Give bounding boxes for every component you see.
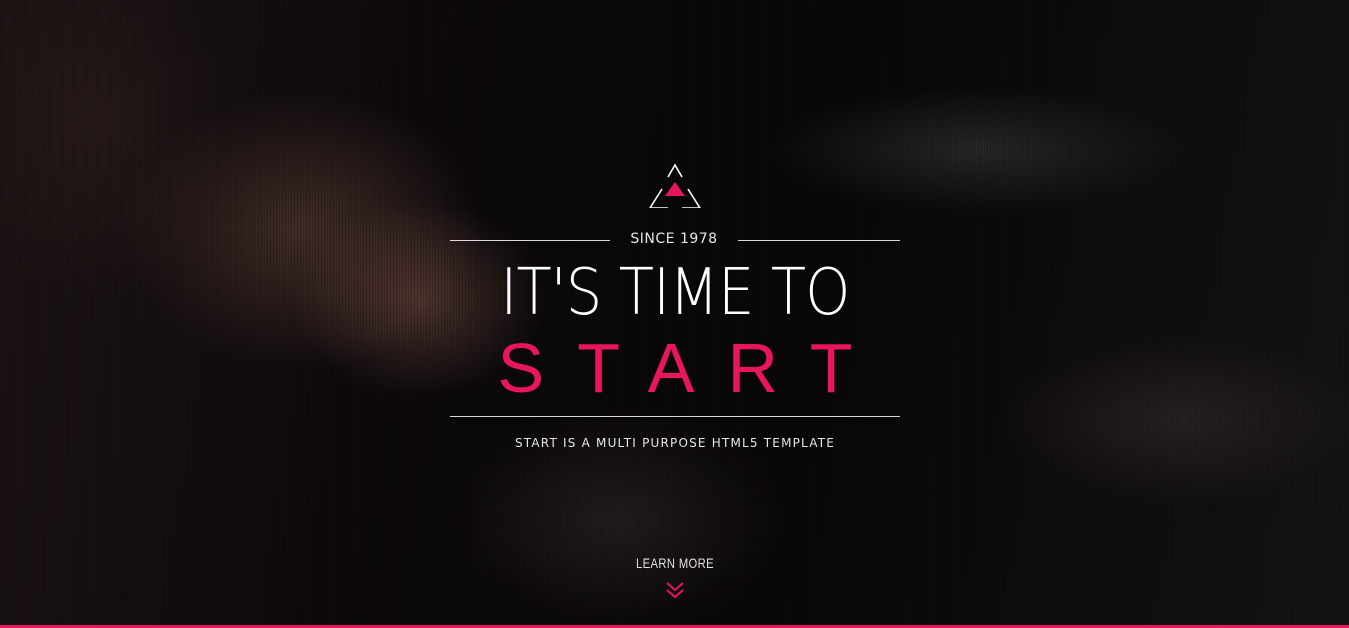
hero-tagline: START IS A MULTI PURPOSE HTML5 TEMPLATE (514, 436, 836, 450)
divider-line-left (450, 240, 610, 241)
learn-more-label: LEARN MORE (635, 555, 715, 571)
double-chevron-down-icon[interactable] (665, 581, 685, 599)
hero-start-word: START (497, 329, 886, 407)
since-label: SINCE 1978 (630, 231, 718, 247)
divider-line-bottom (450, 416, 900, 417)
since-row: SINCE 1978 (450, 230, 900, 250)
hero-section: SINCE 1978 IT'S TIME TO START START IS A… (0, 0, 1349, 628)
divider-line-right (738, 240, 900, 241)
triangle-logo-icon (649, 163, 701, 208)
hero-headline: IT'S TIME TO (500, 256, 850, 330)
learn-more-link[interactable]: LEARN MORE (600, 555, 750, 599)
